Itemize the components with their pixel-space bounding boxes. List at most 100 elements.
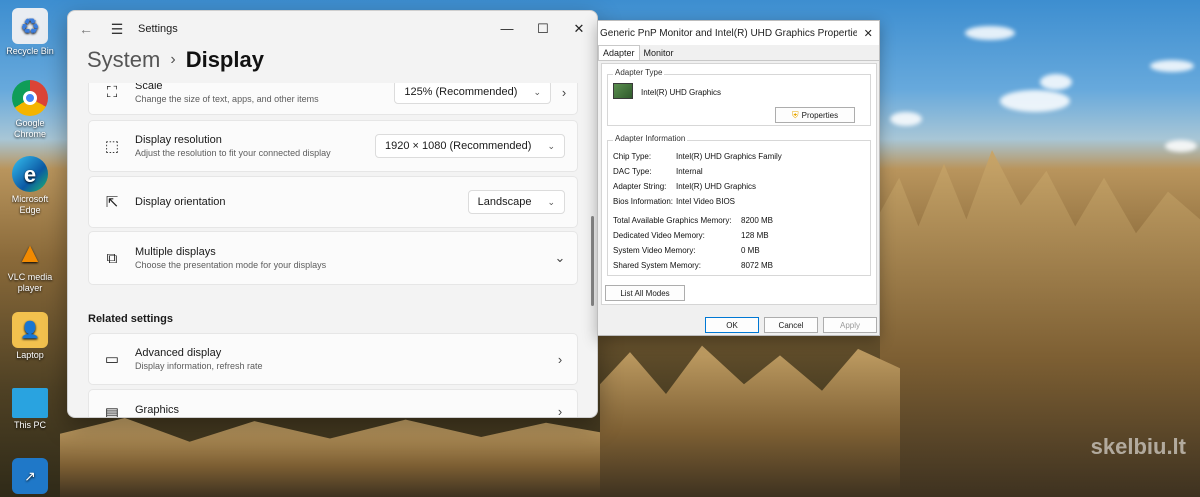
maximize-icon[interactable]: ☐ (525, 21, 561, 37)
shield-icon: ⛨ (791, 109, 799, 120)
chrome-icon (12, 80, 48, 116)
multiple-displays-label: Multiple displays (135, 246, 216, 258)
tab-monitor[interactable]: Monitor (640, 46, 678, 60)
dialog-title: Generic PnP Monitor and Intel(R) UHD Gra… (600, 27, 858, 39)
breadcrumb-separator: › (170, 51, 176, 68)
minimize-icon[interactable]: — (489, 21, 525, 37)
window-title: Settings (138, 23, 178, 35)
back-arrow-icon[interactable]: ← (68, 21, 104, 37)
resolution-label: Display resolution (135, 134, 222, 146)
cancel-button[interactable]: Cancel (764, 317, 818, 333)
dac-type-key: DAC Type: (613, 167, 652, 176)
adapter-string-key: Adapter String: (613, 182, 667, 191)
desktop-icon-label: Recycle Bin (6, 46, 54, 56)
graphics-card[interactable]: ▤ Graphics › (88, 389, 578, 418)
apply-button[interactable]: Apply (823, 317, 877, 333)
resolution-icon: ⬚ (104, 138, 120, 155)
adapter-properties-button[interactable]: ⛨ Properties (775, 107, 855, 123)
bios-info-key: Bios Information: (613, 197, 674, 206)
page-title: Display (185, 47, 264, 72)
desktop-icon-label: Google Chrome (13, 118, 46, 139)
chevron-down-icon[interactable]: ⌄ (547, 250, 573, 266)
dac-type-value: Internal (676, 167, 703, 176)
folder-icon: 👤 (12, 312, 48, 348)
desktop-icon-remote-desktop[interactable]: ↗ (4, 458, 56, 496)
dedicated-memory-key: Dedicated Video Memory: (613, 231, 705, 240)
orientation-label: Display orientation (135, 196, 226, 208)
recycle-bin-icon: ♻ (12, 8, 48, 44)
desktop-icon-recycle-bin[interactable]: ♻ Recycle Bin (4, 8, 56, 57)
tab-adapter[interactable]: Adapter (598, 45, 640, 60)
adapter-string-value: Intel(R) UHD Graphics (676, 182, 757, 191)
system-memory-value: 0 MB (741, 246, 760, 255)
scale-setting-card[interactable]: ⛶ Scale Change the size of text, apps, a… (88, 83, 578, 115)
advanced-display-description: Display information, refresh rate (135, 361, 263, 371)
multiple-displays-description: Choose the presentation mode for your di… (135, 260, 327, 270)
adapter-properties-dialog: Generic PnP Monitor and Intel(R) UHD Gra… (597, 20, 880, 336)
scale-value: 125% (Recommended) (404, 86, 518, 98)
shared-memory-value: 8072 MB (741, 261, 774, 270)
hamburger-menu-icon[interactable]: ☰ (104, 21, 130, 38)
chevron-right-icon: › (557, 404, 563, 418)
adapter-name: Intel(R) UHD Graphics (641, 88, 722, 97)
chevron-right-icon: › (561, 84, 567, 100)
graphics-label: Graphics (135, 404, 180, 416)
adapter-information-group: Adapter Information Chip Type: Intel(R) … (607, 134, 871, 276)
vlc-icon: ▲ (16, 236, 44, 268)
orientation-icon: ⇱ (105, 194, 119, 211)
scale-label: Scale (135, 83, 163, 92)
desktop-icon-laptop[interactable]: 👤 Laptop (4, 312, 56, 361)
multiple-displays-icon: ⧉ (106, 249, 118, 267)
scale-icon: ⛶ (106, 83, 118, 101)
shared-memory-key: Shared System Memory: (613, 261, 702, 270)
laptop-icon: ▭ (104, 351, 120, 368)
settings-content: ⛶ Scale Change the size of text, apps, a… (88, 83, 578, 418)
related-settings-heading: Related settings (88, 313, 173, 325)
list-all-modes-button[interactable]: List All Modes (605, 285, 685, 301)
dialog-titlebar: Generic PnP Monitor and Intel(R) UHD Gra… (598, 21, 879, 45)
graphics-icon: ▤ (104, 405, 120, 418)
desktop-icon-this-pc[interactable]: This PC (4, 388, 56, 431)
orientation-value: Landscape (477, 196, 532, 208)
dialog-tabs: Adapter Monitor (598, 45, 879, 61)
chevron-right-icon: › (557, 351, 563, 367)
scale-dropdown[interactable]: 125% (Recommended) ⌄ (394, 83, 551, 104)
breadcrumb-system[interactable]: System (87, 47, 160, 73)
total-memory-key: Total Available Graphics Memory: (613, 216, 732, 225)
desktop-icon-edge[interactable]: e Microsoft Edge (4, 156, 56, 216)
multiple-displays-card[interactable]: ⧉ Multiple displays Choose the presentat… (88, 231, 578, 285)
orientation-setting-card: ⇱ Display orientation Landscape ⌄ (88, 176, 578, 228)
settings-titlebar: ← ☰ Settings — ☐ ✕ (68, 11, 597, 47)
monitor-icon (12, 388, 48, 418)
vertical-scrollbar[interactable] (591, 216, 594, 306)
edge-icon: e (12, 156, 48, 192)
advanced-display-card[interactable]: ▭ Advanced display Display information, … (88, 333, 578, 385)
graphics-card-icon (613, 83, 633, 99)
scale-description: Change the size of text, apps, and other… (135, 94, 319, 104)
chevron-down-icon: ⌄ (547, 196, 555, 207)
desktop-icon-label: VLC media player (7, 272, 53, 293)
advanced-display-label: Advanced display (135, 347, 222, 359)
resolution-setting-card: ⬚ Display resolution Adjust the resoluti… (88, 120, 578, 172)
bios-info-value: Intel Video BIOS (676, 197, 735, 206)
desktop-icon-label: Microsoft Edge (11, 194, 49, 215)
ok-button[interactable]: OK (705, 317, 759, 333)
adapter-information-legend: Adapter Information (613, 134, 688, 143)
desktop-icon-chrome[interactable]: Google Chrome (4, 80, 56, 140)
close-icon[interactable]: ✕ (857, 27, 879, 40)
breadcrumb: System › Display (87, 47, 264, 73)
desktop-icon-vlc[interactable]: ▲ VLC media player (4, 234, 56, 294)
adapter-type-legend: Adapter Type (613, 68, 665, 77)
resolution-value: 1920 × 1080 (Recommended) (384, 140, 532, 152)
close-icon[interactable]: ✕ (561, 21, 597, 37)
desktop-icon-label: Laptop (16, 350, 44, 360)
chip-type-key: Chip Type: (613, 152, 652, 161)
orientation-dropdown[interactable]: Landscape ⌄ (467, 190, 565, 214)
properties-button-label: Properties (801, 110, 839, 120)
resolution-dropdown[interactable]: 1920 × 1080 (Recommended) ⌄ (374, 134, 565, 158)
adapter-tab-panel: Adapter Type Intel(R) UHD Graphics ⛨ Pro… (601, 63, 877, 305)
remote-desktop-icon: ↗ (12, 458, 48, 494)
chip-type-value: Intel(R) UHD Graphics Family (676, 152, 782, 161)
chevron-down-icon: ⌄ (547, 140, 555, 151)
chevron-down-icon: ⌄ (533, 86, 541, 97)
